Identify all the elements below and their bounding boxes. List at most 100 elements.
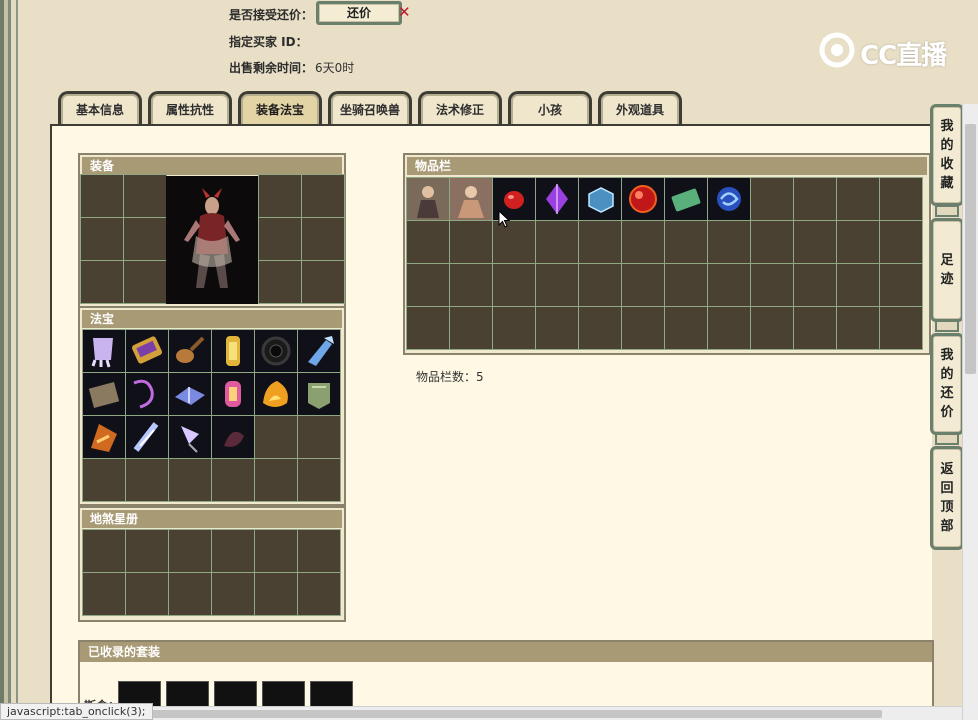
disha-slot[interactable] bbox=[126, 530, 168, 572]
disha-slot[interactable] bbox=[83, 573, 125, 615]
inventory-slot[interactable] bbox=[708, 221, 750, 263]
inventory-slot[interactable] bbox=[622, 307, 664, 349]
inventory-slot[interactable] bbox=[665, 178, 707, 220]
equip-slot[interactable] bbox=[81, 175, 123, 217]
inventory-slot[interactable] bbox=[837, 178, 879, 220]
my-counter-offers-button[interactable]: 我的还价 bbox=[930, 333, 964, 435]
inventory-slot[interactable] bbox=[880, 221, 922, 263]
disha-slot[interactable] bbox=[255, 573, 297, 615]
inventory-slot[interactable] bbox=[622, 178, 664, 220]
equip-slot[interactable] bbox=[259, 261, 301, 303]
inventory-slot[interactable] bbox=[665, 307, 707, 349]
tab-mounts-pets[interactable]: 坐骑召唤兽 bbox=[328, 91, 412, 126]
disha-slot[interactable] bbox=[126, 573, 168, 615]
inventory-slot[interactable] bbox=[493, 264, 535, 306]
fabao-slot[interactable] bbox=[169, 330, 211, 372]
close-icon[interactable]: ✕ bbox=[398, 3, 411, 21]
tab-equipment[interactable]: 装备法宝 bbox=[238, 91, 322, 126]
inventory-slot[interactable] bbox=[751, 221, 793, 263]
disha-slot[interactable] bbox=[83, 530, 125, 572]
inventory-slot[interactable] bbox=[880, 307, 922, 349]
inventory-slot[interactable] bbox=[407, 264, 449, 306]
inventory-slot[interactable] bbox=[794, 264, 836, 306]
disha-slot[interactable] bbox=[298, 530, 340, 572]
vertical-scroll-thumb[interactable] bbox=[965, 124, 976, 374]
disha-slot[interactable] bbox=[298, 573, 340, 615]
fabao-slot[interactable] bbox=[255, 330, 297, 372]
inventory-slot[interactable] bbox=[407, 307, 449, 349]
tab-attributes[interactable]: 属性抗性 bbox=[148, 91, 232, 126]
inventory-slot[interactable] bbox=[536, 264, 578, 306]
fabao-slot[interactable] bbox=[298, 416, 340, 458]
inventory-slot[interactable] bbox=[708, 178, 750, 220]
inventory-slot[interactable] bbox=[579, 307, 621, 349]
equip-slot[interactable] bbox=[302, 218, 344, 260]
my-favorites-button[interactable]: 我的收藏 bbox=[930, 104, 964, 206]
back-to-top-button[interactable]: 返回顶部 bbox=[930, 446, 964, 550]
disha-slot[interactable] bbox=[255, 530, 297, 572]
fabao-slot[interactable] bbox=[83, 416, 125, 458]
vertical-scrollbar[interactable] bbox=[962, 104, 978, 720]
inventory-slot[interactable] bbox=[794, 178, 836, 220]
inventory-slot[interactable] bbox=[837, 221, 879, 263]
fabao-slot[interactable] bbox=[255, 373, 297, 415]
inventory-slot[interactable] bbox=[536, 221, 578, 263]
fabao-slot[interactable] bbox=[169, 373, 211, 415]
inventory-slot[interactable] bbox=[708, 307, 750, 349]
inventory-slot[interactable] bbox=[579, 178, 621, 220]
fabao-slot[interactable] bbox=[212, 459, 254, 501]
inventory-slot[interactable] bbox=[665, 221, 707, 263]
fabao-slot[interactable] bbox=[83, 459, 125, 501]
inventory-slot[interactable] bbox=[837, 264, 879, 306]
inventory-slot[interactable] bbox=[450, 264, 492, 306]
inventory-slot[interactable] bbox=[751, 264, 793, 306]
fabao-slot[interactable] bbox=[298, 373, 340, 415]
equip-slot[interactable] bbox=[81, 218, 123, 260]
fabao-slot[interactable] bbox=[126, 330, 168, 372]
inventory-slot[interactable] bbox=[493, 307, 535, 349]
equip-slot[interactable] bbox=[124, 175, 166, 217]
fabao-slot[interactable] bbox=[298, 459, 340, 501]
inventory-slot[interactable] bbox=[407, 178, 449, 220]
tab-spell-mods[interactable]: 法术修正 bbox=[418, 91, 502, 126]
inventory-slot[interactable] bbox=[837, 307, 879, 349]
inventory-slot[interactable] bbox=[407, 221, 449, 263]
inventory-slot[interactable] bbox=[450, 178, 492, 220]
inventory-slot[interactable] bbox=[450, 307, 492, 349]
fabao-slot[interactable] bbox=[212, 330, 254, 372]
disha-slot[interactable] bbox=[212, 573, 254, 615]
inventory-slot[interactable] bbox=[536, 178, 578, 220]
fabao-slot[interactable] bbox=[212, 416, 254, 458]
disha-slot[interactable] bbox=[169, 530, 211, 572]
inventory-slot[interactable] bbox=[579, 264, 621, 306]
equip-slot[interactable] bbox=[124, 218, 166, 260]
inventory-slot[interactable] bbox=[622, 221, 664, 263]
equip-slot[interactable] bbox=[259, 218, 301, 260]
inventory-slot[interactable] bbox=[751, 178, 793, 220]
equip-slot[interactable] bbox=[302, 175, 344, 217]
counter-offer-button[interactable]: 还价 bbox=[316, 1, 402, 25]
fabao-slot[interactable] bbox=[169, 416, 211, 458]
equip-slot[interactable] bbox=[302, 261, 344, 303]
fabao-slot[interactable] bbox=[212, 373, 254, 415]
fabao-slot[interactable] bbox=[126, 373, 168, 415]
inventory-slot[interactable] bbox=[622, 264, 664, 306]
inventory-slot[interactable] bbox=[665, 264, 707, 306]
inventory-slot[interactable] bbox=[708, 264, 750, 306]
tab-basic-info[interactable]: 基本信息 bbox=[58, 91, 142, 126]
fabao-slot[interactable] bbox=[83, 330, 125, 372]
inventory-slot[interactable] bbox=[794, 221, 836, 263]
fabao-slot[interactable] bbox=[126, 416, 168, 458]
fabao-slot[interactable] bbox=[83, 373, 125, 415]
footprints-button[interactable]: 足迹 bbox=[930, 218, 964, 322]
inventory-slot[interactable] bbox=[880, 178, 922, 220]
inventory-slot[interactable] bbox=[751, 307, 793, 349]
equip-slot[interactable] bbox=[81, 261, 123, 303]
tab-children[interactable]: 小孩 bbox=[508, 91, 592, 126]
fabao-slot[interactable] bbox=[298, 330, 340, 372]
horizontal-scroll-thumb[interactable] bbox=[122, 710, 882, 718]
inventory-slot[interactable] bbox=[794, 307, 836, 349]
fabao-slot[interactable] bbox=[169, 459, 211, 501]
equip-slot[interactable] bbox=[124, 261, 166, 303]
equip-slot[interactable] bbox=[259, 175, 301, 217]
